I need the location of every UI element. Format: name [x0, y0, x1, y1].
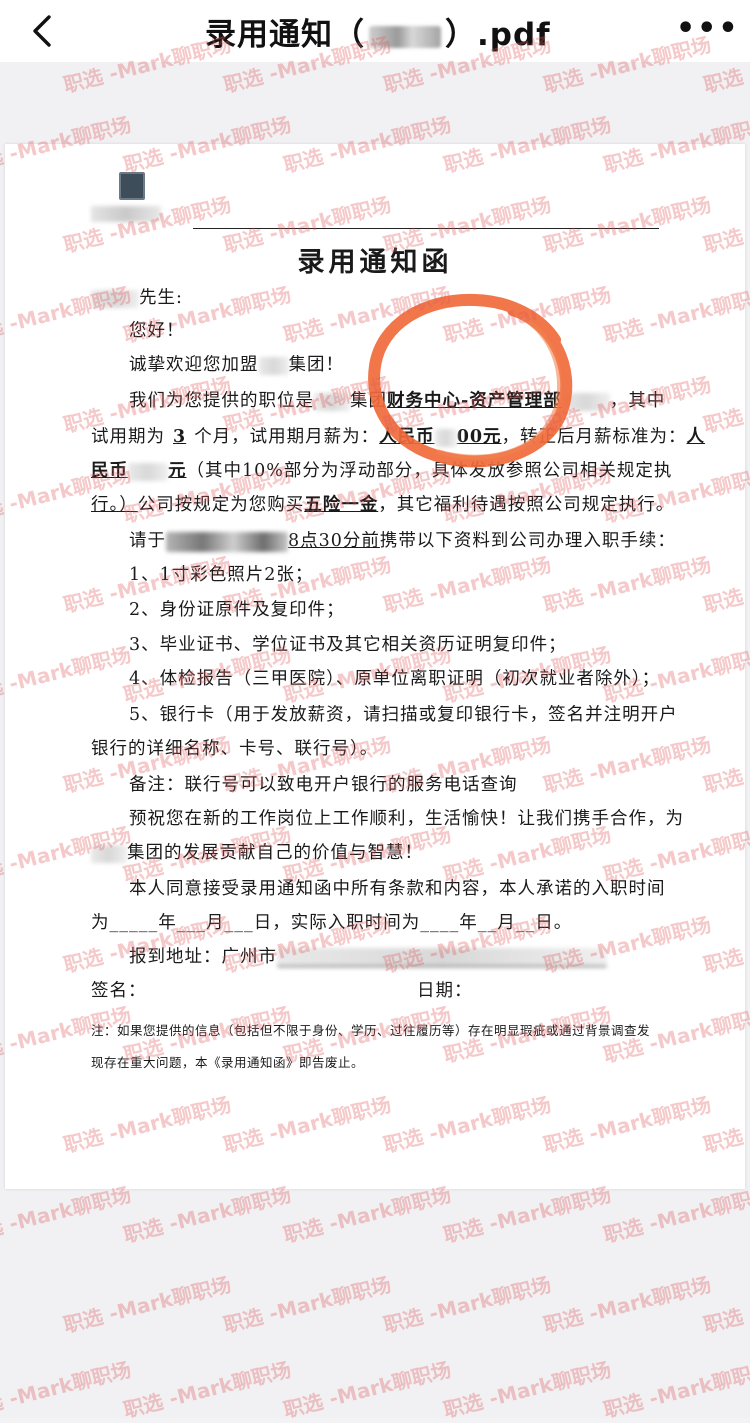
agree-line: 本人同意接受录用通知函中所有条款和内容，本人承诺的入职时间 [129, 879, 666, 899]
insurance-line: 行。）公司按规定为您购买五险一金，其它福利待遇按照公司规定执行。 [91, 495, 675, 515]
top-navigation-bar: 录用通知（ ）.pdf ••• [0, 0, 750, 62]
greeting-line: 先生: [91, 287, 183, 309]
disclaimer-line: 注：如果您提供的信息（包括但不限于身份、学历、过往履历等）存在明显瑕疵或通过背景… [91, 1023, 651, 1038]
more-horizontal-icon: ••• [676, 11, 740, 46]
salary-line: 民币 元（其中10%部分为浮动部分，具体发放参照公司相关规定执 [91, 461, 673, 481]
sign-label: 签名： [91, 981, 147, 1001]
wish-line: 预祝您在新的工作岗位上工作顺利，生活愉快！让我们携手合作，为 [129, 809, 684, 829]
material-item: 银行的详细名称、卡号、联行号）。 [91, 739, 379, 759]
back-button[interactable] [22, 10, 62, 52]
letter-title: 录用通知函 [297, 247, 453, 278]
welcome-line: 诚挚欢迎您加盟 集团！ [129, 355, 344, 375]
remark-line: 备注：联行号可以致电开户银行的服务电话查询 [129, 775, 518, 795]
pdf-viewer[interactable]: 录用通知函 先生: 您好！ 诚挚欢迎您加盟 集团！ 我们为您提供的职位是 集团财务中… [0, 62, 750, 1418]
redacted-date [166, 531, 288, 552]
material-item: 1、1寸彩色照片2张； [129, 565, 314, 585]
pdf-page: 录用通知函 先生: 您好！ 诚挚欢迎您加盟 集团！ 我们为您提供的职位是 集团财务中… [5, 144, 745, 1189]
material-item: 5、银行卡（用于发放薪资，请扫描或复印银行卡，签名并注明开户 [129, 705, 678, 725]
material-item: 3、毕业证书、学位证书及其它相关资历证明复印件； [129, 635, 567, 655]
title-suffix: ）.pdf [445, 17, 551, 53]
header-rule [193, 228, 659, 229]
redacted-name [91, 289, 139, 308]
title-prefix: 录用通知（ [205, 17, 365, 53]
address-line: 报到地址：广州市 [129, 946, 607, 968]
redacted-address [277, 948, 607, 967]
position-line: 我们为您提供的职位是 集团财务中心-资产管理部 ，其中 [129, 391, 666, 411]
wish-line-2: 集团的发展贡献自己的价值与智慧！ [91, 842, 423, 864]
chevron-left-icon [33, 15, 51, 47]
document-title: 录用通知（ ）.pdf [205, 9, 551, 53]
probation-line: 试用期为 3 个月，试用期月薪为：人民币 00元，转正后月薪标准为：人 [91, 427, 706, 447]
company-logo-text-redacted [91, 206, 161, 222]
more-options-button[interactable]: ••• [676, 14, 738, 48]
agree-date-line: 为_____年___月___日，实际入职时间为____年__月__日。 [91, 913, 573, 933]
report-line: 请于 8点30分前携带以下资料到公司办理入职手续： [129, 531, 676, 552]
company-logo [119, 172, 145, 200]
material-item: 4、体检报告（三甲医院）、原单位离职证明（初次就业者除外）； [129, 669, 661, 689]
redacted-name [369, 25, 441, 48]
hello-line: 您好！ [129, 321, 185, 341]
material-item: 2、身份证原件及复印件； [129, 600, 345, 620]
disclaimer-line-2: 现存在重大问题，本《录用通知函》即告废止。 [91, 1055, 365, 1070]
date-label: 日期： [417, 981, 473, 1001]
